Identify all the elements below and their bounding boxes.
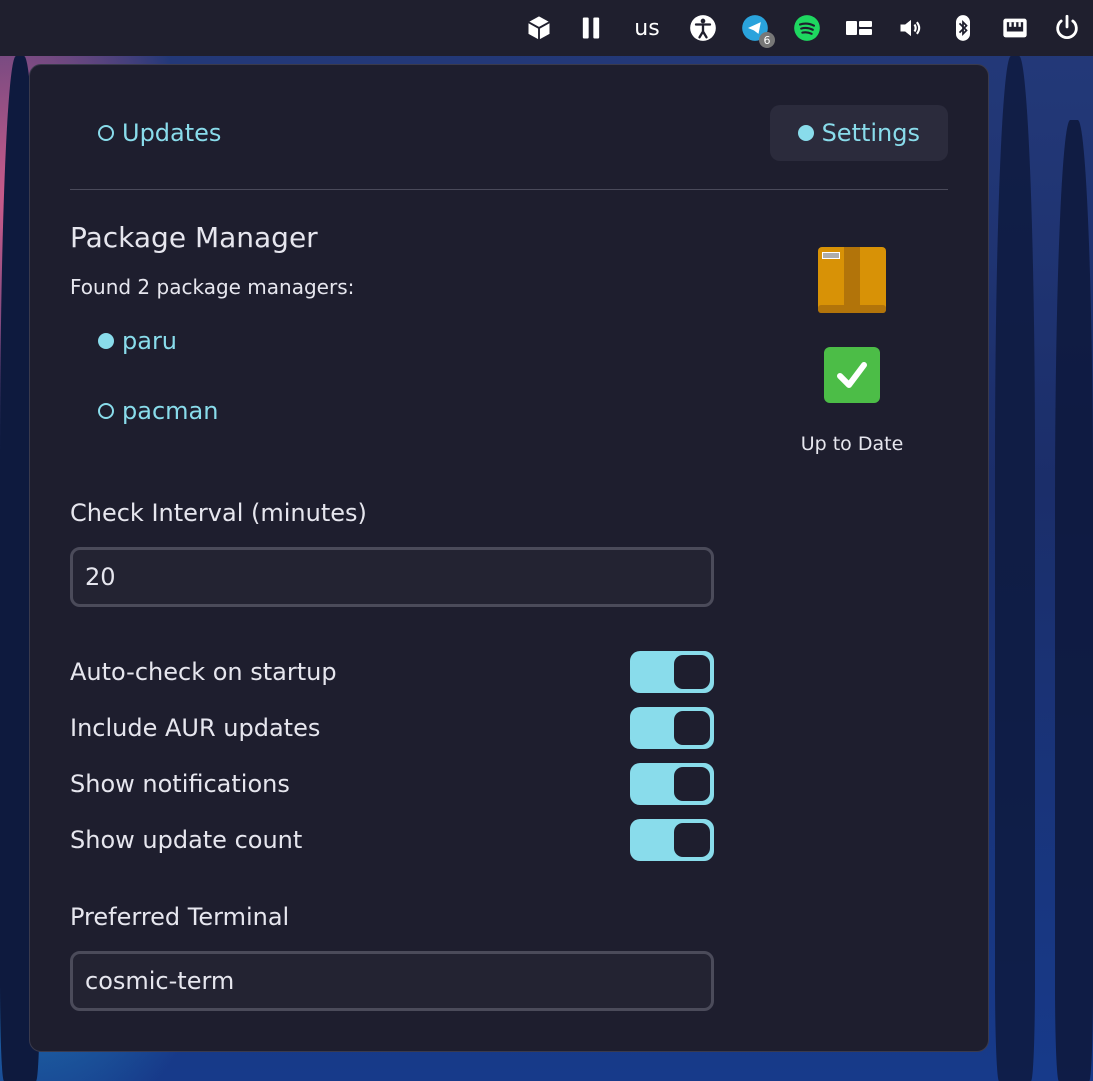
divider <box>70 189 948 190</box>
option-label: pacman <box>122 397 219 425</box>
package-manager-option-pacman[interactable]: pacman <box>98 397 218 425</box>
tab-settings-label: Settings <box>821 119 920 147</box>
toggle-label: Show notifications <box>70 770 290 798</box>
toggle-knob <box>674 711 710 745</box>
package-manager-option-paru[interactable]: paru <box>98 327 177 355</box>
toggle-row-update-count: Show update count <box>70 819 714 861</box>
toggle-row-auto-check: Auto-check on startup <box>70 651 714 693</box>
toggle-knob <box>674 767 710 801</box>
toggle-label: Auto-check on startup <box>70 658 337 686</box>
spotify-icon[interactable] <box>789 10 825 46</box>
toggle-label: Include AUR updates <box>70 714 321 742</box>
toggle-label: Show update count <box>70 826 303 854</box>
status-text: Up to Date <box>800 433 904 455</box>
status-area: Up to Date <box>790 245 914 455</box>
package-box-icon <box>817 245 887 315</box>
aur-updates-toggle[interactable] <box>630 707 714 749</box>
pause-icon[interactable] <box>573 10 609 46</box>
terminal-label: Preferred Terminal <box>70 903 290 931</box>
keyboard-layout[interactable]: us <box>625 10 669 46</box>
power-icon[interactable] <box>1049 10 1085 46</box>
radio-on-icon <box>797 125 814 141</box>
telegram-badge: 6 <box>759 32 775 48</box>
tab-bar: Updates Settings <box>70 105 948 163</box>
found-text: Found 2 package managers: <box>70 275 355 299</box>
radio-on-icon <box>98 333 114 349</box>
updates-applet-panel: Updates Settings Package Manager Found 2… <box>29 64 989 1052</box>
network-icon[interactable] <box>997 10 1033 46</box>
tab-settings[interactable]: Settings <box>769 105 948 161</box>
radio-off-icon <box>98 403 114 419</box>
update-count-toggle[interactable] <box>630 819 714 861</box>
accessibility-icon[interactable] <box>685 10 721 46</box>
bluetooth-icon[interactable] <box>945 10 981 46</box>
check-interval-input[interactable] <box>70 547 714 607</box>
toggle-row-notifications: Show notifications <box>70 763 714 805</box>
check-mark-icon <box>824 347 880 403</box>
auto-check-toggle[interactable] <box>630 651 714 693</box>
toggle-knob <box>674 823 710 857</box>
radio-off-icon <box>98 125 114 141</box>
background-tree <box>995 56 1035 1081</box>
tab-updates[interactable]: Updates <box>70 105 249 161</box>
background-tree <box>1055 120 1093 1081</box>
package-icon[interactable] <box>521 10 557 46</box>
telegram-icon[interactable]: 6 <box>737 10 775 48</box>
workspaces-icon[interactable] <box>841 10 877 46</box>
volume-icon[interactable] <box>893 10 929 46</box>
toggle-row-aur: Include AUR updates <box>70 707 714 749</box>
section-title: Package Manager <box>70 221 318 254</box>
check-interval-label: Check Interval (minutes) <box>70 499 367 527</box>
top-panel: us 6 <box>0 0 1093 56</box>
tab-updates-label: Updates <box>122 119 222 147</box>
toggle-knob <box>674 655 710 689</box>
terminal-input[interactable] <box>70 951 714 1011</box>
option-label: paru <box>122 327 178 355</box>
notifications-toggle[interactable] <box>630 763 714 805</box>
